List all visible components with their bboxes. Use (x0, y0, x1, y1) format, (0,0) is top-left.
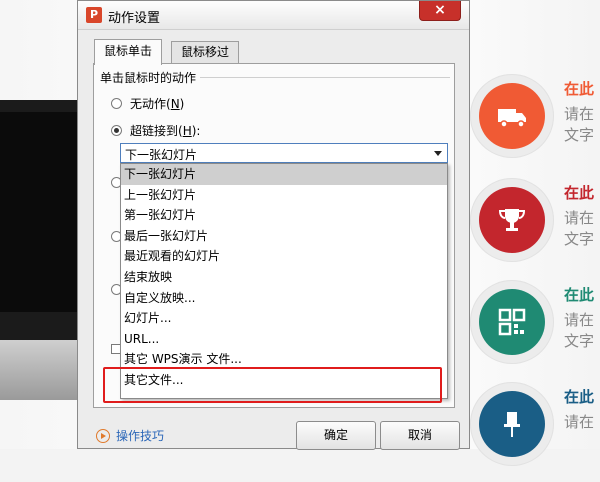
cancel-button[interactable]: 取消 (380, 421, 460, 450)
monitor-screen (0, 112, 85, 312)
dropdown-option-last-slide[interactable]: 最后一张幻灯片 (121, 226, 447, 247)
hyperlink-select[interactable]: 下一张幻灯片 (120, 143, 448, 163)
truck-icon (479, 83, 545, 149)
radio-label: 无动作(N) (130, 97, 185, 111)
dropdown-option-previous-slide[interactable]: 上一张幻灯片 (121, 185, 447, 206)
close-button[interactable]: × (419, 1, 461, 21)
dropdown-option-next-slide[interactable]: 下一张幻灯片 (121, 164, 447, 185)
slide-item-title: 在此 (564, 388, 595, 406)
radio-label: 超链接到(H): (130, 124, 201, 138)
radio-button[interactable] (111, 98, 122, 109)
tips-link[interactable]: 操作技巧 (96, 427, 164, 444)
hyperlink-dropdown-list: 下一张幻灯片 上一张幻灯片 第一张幻灯片 最后一张幻灯片 最近观看的幻灯片 结束… (120, 163, 448, 399)
dropdown-option-end-show[interactable]: 结束放映 (121, 267, 447, 288)
pushpin-icon (479, 391, 545, 457)
tips-label: 操作技巧 (116, 429, 165, 443)
slide-item-title: 在此 (564, 286, 595, 304)
select-value: 下一张幻灯片 (125, 148, 198, 162)
slide-item-title: 在此 (564, 80, 595, 98)
wps-presentation-icon: P (86, 7, 102, 23)
dropdown-option-url[interactable]: URL... (121, 329, 447, 350)
slide-item-text: 请在 文字 (564, 105, 595, 144)
chevron-down-icon[interactable] (434, 151, 442, 156)
dropdown-option-first-slide[interactable]: 第一张幻灯片 (121, 205, 447, 226)
tab-mouse-over[interactable]: 鼠标移过 (171, 41, 240, 63)
trophy-icon (479, 187, 545, 253)
group-title: 单击鼠标时的动作 (100, 69, 201, 86)
annotation-highlight-box (103, 367, 442, 403)
dropdown-option-last-viewed[interactable]: 最近观看的幻灯片 (121, 246, 447, 267)
slide-item-text: 请在 文字 (564, 209, 595, 248)
slide-item-2: 在此 请在 文字 (470, 178, 600, 278)
qr-code-icon (479, 289, 545, 355)
slide-item-1: 在此 请在 文字 (470, 74, 600, 174)
radio-button-checked[interactable] (111, 125, 122, 136)
dialog-titlebar[interactable]: P 动作设置 × (78, 1, 469, 30)
slide-item-title: 在此 (564, 184, 595, 202)
slide-item-text: 请在 (564, 413, 595, 431)
dialog-title: 动作设置 (108, 11, 161, 26)
dropdown-option-slide[interactable]: 幻灯片... (121, 308, 447, 329)
radio-no-action[interactable]: 无动作(N) (111, 95, 184, 112)
slide-item-text: 请在 文字 (564, 311, 595, 350)
tab-mouse-click[interactable]: 鼠标单击 (94, 39, 163, 65)
slide-item-3: 在此 请在 文字 (470, 280, 600, 380)
ok-button[interactable]: 确定 (296, 421, 376, 450)
slide-item-4: 在此 请在 (470, 382, 600, 482)
dropdown-option-custom-show[interactable]: 自定义放映... (121, 288, 447, 309)
play-circle-icon (96, 428, 110, 443)
radio-hyperlink[interactable]: 超链接到(H): (111, 122, 200, 139)
